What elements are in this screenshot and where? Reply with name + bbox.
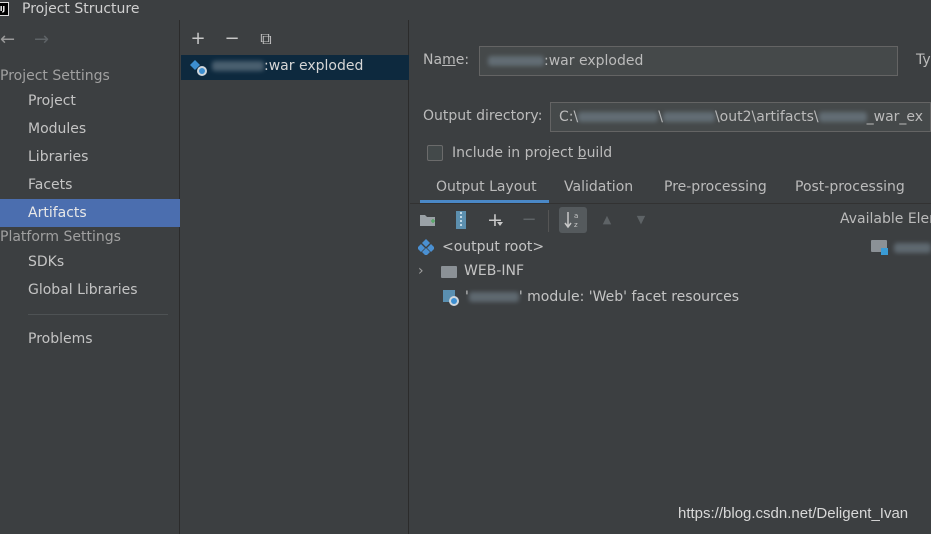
title-bar xyxy=(0,0,931,20)
include-label-part: Include in project xyxy=(452,145,578,161)
output-dir-part: \out2\artifacts\ xyxy=(714,109,819,125)
facet-resources-node[interactable]: ' ' module: 'Web' facet resources xyxy=(465,289,739,305)
sidebar-item-sdks[interactable]: SDKs xyxy=(0,248,180,276)
include-in-build-label: Include in project build xyxy=(452,145,612,161)
redacted-text xyxy=(468,292,519,302)
output-dir-part: _war_ex xyxy=(866,109,924,125)
artifact-name-field[interactable]: :war exploded xyxy=(479,46,898,76)
redacted-text xyxy=(578,112,659,122)
sidebar-item-project[interactable]: Project xyxy=(0,87,180,115)
tab-post-processing[interactable]: Post-processing xyxy=(795,178,905,202)
available-elements-label: Available Elem xyxy=(840,211,931,227)
sidebar-item-libraries[interactable]: Libraries xyxy=(0,143,180,171)
window-title: Project Structure xyxy=(22,1,140,17)
expand-chevron-icon[interactable]: › xyxy=(418,263,424,279)
sidebar-item-facets[interactable]: Facets xyxy=(0,171,180,199)
toolbar-separator xyxy=(548,210,549,232)
sort-alpha-icon: a z xyxy=(564,212,578,229)
include-label-mnemonic: b xyxy=(577,145,587,161)
module-badge-icon xyxy=(881,248,888,255)
web-artifact-icon xyxy=(190,60,207,76)
include-in-build-checkbox[interactable] xyxy=(427,145,443,161)
redacted-text xyxy=(662,112,715,122)
add-artifact-icon[interactable]: + xyxy=(189,30,207,48)
artifact-name: :war exploded xyxy=(212,58,363,74)
svg-text:z: z xyxy=(574,221,578,229)
tab-bar-divider xyxy=(410,203,931,204)
name-label-part: Na xyxy=(423,52,443,68)
output-root-icon xyxy=(418,239,434,255)
artifact-name-suffix: :war exploded xyxy=(264,58,364,74)
include-label-part: uild xyxy=(586,145,613,161)
move-down-icon[interactable]: ▼ xyxy=(630,208,652,232)
add-element-icon[interactable]: + xyxy=(484,208,506,232)
redacted-text xyxy=(212,61,264,71)
back-arrow-icon[interactable]: ← xyxy=(0,30,15,50)
tab-validation[interactable]: Validation xyxy=(564,178,633,202)
sidebar-item-problems[interactable]: Problems xyxy=(0,325,180,353)
svg-text:a: a xyxy=(574,212,578,220)
sidebar-item-modules[interactable]: Modules xyxy=(0,115,180,143)
artifact-name-value: :war exploded xyxy=(544,53,644,69)
add-dropdown-arrow-icon xyxy=(497,222,503,226)
remove-artifact-icon[interactable]: − xyxy=(223,30,241,48)
output-dir-part: C:\ xyxy=(559,109,579,125)
tab-output-layout[interactable]: Output Layout xyxy=(436,178,537,202)
name-label-mnemonic: m xyxy=(442,52,456,68)
copy-artifact-icon[interactable]: ⧉ xyxy=(257,30,275,48)
redacted-text xyxy=(488,56,544,66)
sidebar-separator xyxy=(28,314,168,315)
facet-resources-icon xyxy=(443,290,459,306)
new-directory-icon[interactable] xyxy=(419,212,437,228)
sidebar-item-global-libraries[interactable]: Global Libraries xyxy=(0,276,180,304)
platform-settings-header: Platform Settings xyxy=(0,229,121,245)
redacted-text xyxy=(894,243,931,253)
tab-pre-processing[interactable]: Pre-processing xyxy=(664,178,767,202)
name-label: Name: xyxy=(423,52,469,68)
output-directory-field[interactable]: C:\ \ \out2\artifacts\ _war_ex xyxy=(550,102,931,132)
output-root-node[interactable]: <output root> xyxy=(442,239,544,255)
add-archive-icon[interactable] xyxy=(453,210,469,230)
folder-icon xyxy=(441,266,457,278)
forward-arrow-icon[interactable]: → xyxy=(34,30,49,50)
web-inf-node[interactable]: WEB-INF xyxy=(464,263,524,279)
sidebar-item-artifacts[interactable]: Artifacts xyxy=(0,199,180,227)
name-label-part: e: xyxy=(455,52,470,68)
facet-resources-part: ' module: 'Web' facet resources xyxy=(518,289,740,305)
output-directory-label: Output directory: xyxy=(423,108,543,124)
move-up-icon[interactable]: ▲ xyxy=(596,208,618,232)
remove-element-icon[interactable]: − xyxy=(518,208,540,232)
artifact-list-panel xyxy=(181,20,409,534)
redacted-text xyxy=(818,112,867,122)
project-settings-header: Project Settings xyxy=(0,68,110,84)
type-label: Ty xyxy=(916,52,931,68)
watermark-url: https://blog.csdn.net/Deligent_Ivan xyxy=(678,505,909,522)
intellij-app-icon: IJ xyxy=(0,2,9,16)
